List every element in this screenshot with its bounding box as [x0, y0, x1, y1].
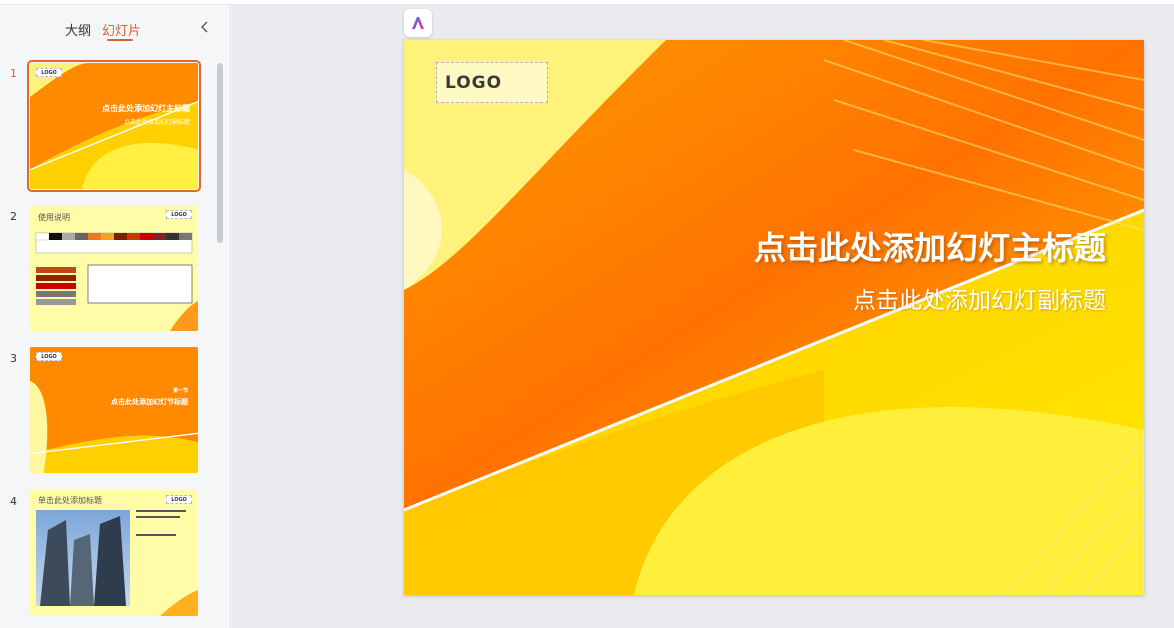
thumbnail-number: 4: [10, 495, 17, 508]
slide-background: [404, 40, 1144, 595]
thumbnail-title: 点击此处添加幻灯主标题: [102, 104, 190, 113]
thumbnail-background: [30, 63, 198, 189]
thumbnail-background: [36, 510, 198, 616]
collapse-panel-button[interactable]: [196, 18, 214, 36]
slide-thumbnail-1[interactable]: LOGO 点击此处添加幻灯主标题 点击此处添加幻灯副标题: [27, 60, 201, 192]
slide-thumbnail-3[interactable]: LOGO 第一节 点击此处添加幻灯节标题: [30, 347, 198, 473]
slide-editor-area: LOGO 点击此处添加幻灯主标题 点击此处添加幻灯副标题: [232, 5, 1174, 628]
thumbnail-background: [30, 347, 198, 473]
slide-subtitle[interactable]: 点击此处添加幻灯副标题: [853, 281, 1106, 315]
panel-tabs: 大纲 幻灯片: [0, 5, 230, 49]
thumbnail-logo: LOGO: [36, 352, 62, 361]
chevron-left-icon: [201, 21, 208, 33]
thumbnail-number: 3: [10, 352, 17, 365]
slide-thumbnail-2[interactable]: 使用说明 LOGO: [30, 205, 198, 331]
thumbnail-subtitle: 点击此处添加幻灯副标题: [123, 119, 190, 126]
slides-panel: 大纲 幻灯片 1 LOGO 点击此处添加幻灯主标题 点击此处添加幻灯副标题 2 …: [0, 5, 231, 628]
thumbnail-background: [35, 232, 198, 331]
current-slide[interactable]: LOGO 点击此处添加幻灯主标题 点击此处添加幻灯副标题: [404, 40, 1144, 595]
thumbnail-logo: LOGO: [36, 68, 62, 77]
tab-slides[interactable]: 幻灯片: [102, 20, 141, 39]
thumbnail-section: 第一节: [172, 388, 188, 394]
active-tab-indicator: [107, 39, 133, 41]
thumbnail-number: 1: [10, 67, 17, 80]
slide-title[interactable]: 点击此处添加幻灯主标题: [754, 223, 1106, 269]
ai-assistant-icon: [412, 17, 424, 29]
panel-scrollbar[interactable]: [217, 63, 223, 243]
ai-assistant-button[interactable]: [404, 9, 432, 37]
slide-thumbnail-4[interactable]: 单击此处添加标题 LOGO: [30, 490, 198, 616]
tab-outline[interactable]: 大纲: [65, 20, 91, 39]
thumbnail-number: 2: [10, 210, 17, 223]
logo-placeholder[interactable]: LOGO: [436, 62, 548, 103]
thumbnail-title: 点击此处添加幻灯节标题: [111, 398, 188, 406]
